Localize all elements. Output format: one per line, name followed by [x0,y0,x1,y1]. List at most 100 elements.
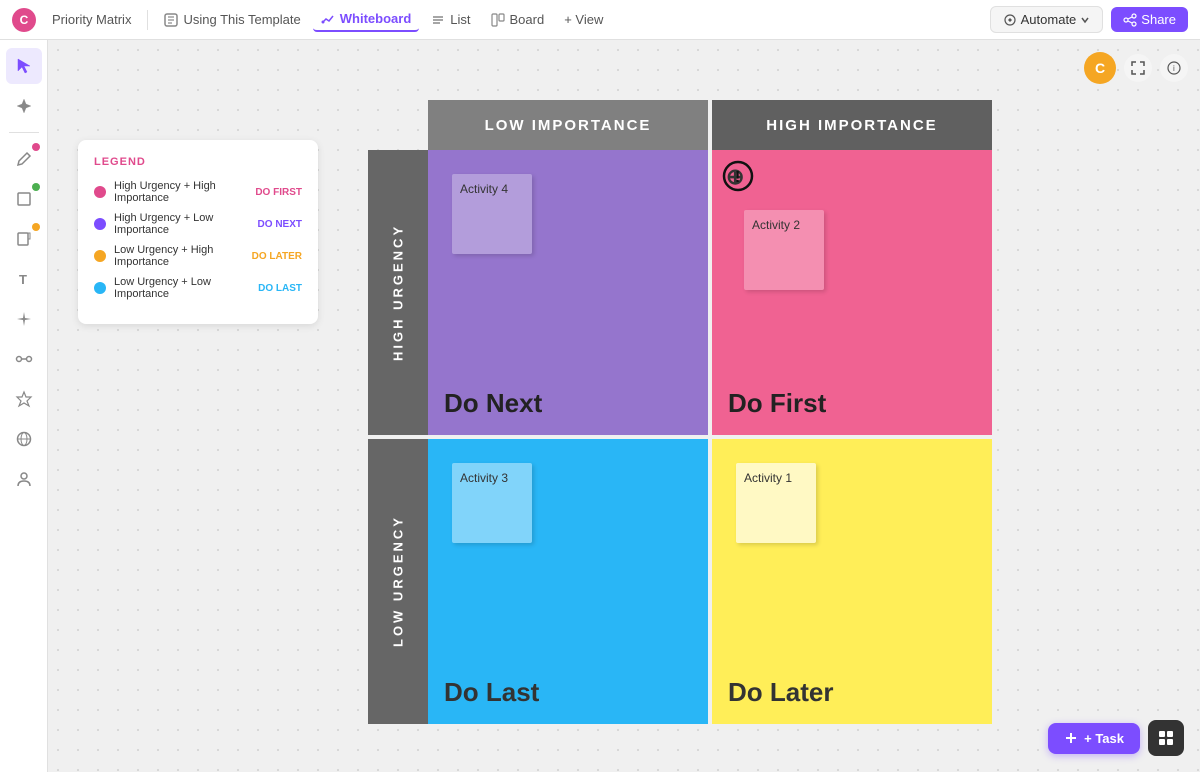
legend-item-0: High Urgency + High Importance DO FIRST [94,180,302,204]
legend-label-2: Low Urgency + High Importance [114,244,244,268]
quadrant-do-first[interactable]: ⊕ ! Activity 2 Do First [712,150,992,435]
sparkle-icon [15,310,33,328]
nav-right: Automate Share [990,6,1188,33]
matrix-body: HIGH URGENCY LOW URGENCY Activity 4 Do N… [368,150,992,724]
quadrant-do-next[interactable]: Activity 4 Do Next [428,150,708,435]
svg-text:i: i [1173,64,1175,73]
rect-color-dot [32,183,40,191]
col-header-low: LOW IMPORTANCE [428,100,708,150]
tab-board-label: Board [510,12,545,27]
legend-title: LEGEND [94,156,302,168]
nav-title-text: Priority Matrix [52,12,131,27]
list-icon [431,13,445,27]
column-headers: LOW IMPORTANCE HIGH IMPORTANCE [428,100,992,150]
col-header-high: HIGH IMPORTANCE [712,100,992,150]
board-icon [491,13,505,27]
legend-tag-3: DO LAST [258,283,302,294]
info-icon: i [1167,61,1181,75]
ai-tool[interactable] [6,88,42,124]
automate-button[interactable]: Automate [990,6,1104,33]
plus-icon [1064,731,1078,745]
sticky-activity3[interactable]: Activity 3 [452,463,532,543]
legend-item-2: Low Urgency + High Importance DO LATER [94,244,302,268]
rect-icon [15,190,33,208]
text-icon: T [15,270,33,288]
star-tool[interactable] [6,381,42,417]
row-label-high: HIGH URGENCY [368,150,428,435]
legend-item-1: High Urgency + Low Importance DO NEXT [94,212,302,236]
legend-dot-last [94,282,106,294]
tab-list[interactable]: List [423,8,478,31]
canvas-area[interactable]: C i LEGEND High Urgency + High Importanc… [48,40,1200,772]
app-logo: C [12,8,36,32]
whiteboard-icon [321,12,335,26]
sticky-activity2[interactable]: Activity 2 [744,210,824,290]
person-tool[interactable] [6,461,42,497]
chevron-down-icon [1080,15,1090,25]
tab-whiteboard[interactable]: Whiteboard [313,7,420,32]
row-label-low: LOW URGENCY [368,439,428,724]
top-nav: C Priority Matrix Using This Template Wh… [0,0,1200,40]
legend-item-3: Low Urgency + Low Importance DO LAST [94,276,302,300]
toolbar-divider [9,132,39,133]
add-task-button[interactable]: + Task [1048,723,1140,754]
star-icon [15,390,33,408]
tab-whiteboard-label: Whiteboard [340,11,412,26]
person-icon [15,470,33,488]
quadrant-do-later-label: Do Later [728,677,976,708]
info-button[interactable]: i [1160,54,1188,82]
pen-color-dot [32,143,40,151]
exclamation-circle-icon: ! [722,160,754,192]
sticky-activity1[interactable]: Activity 1 [736,463,816,543]
row-labels: HIGH URGENCY LOW URGENCY [368,150,428,724]
quadrant-do-later[interactable]: Activity 1 Do Later [712,439,992,724]
legend-label-0: High Urgency + High Importance [114,180,247,204]
legend-tag-0: DO FIRST [255,187,302,198]
tab-using-template-label: Using This Template [183,12,300,27]
user-avatar: C [1084,52,1116,84]
tab-view[interactable]: + View [556,8,611,31]
expand-icon [1131,61,1145,75]
grid-icon [1158,730,1174,746]
note-color-dot [32,223,40,231]
nav-title[interactable]: Priority Matrix [44,8,139,31]
rect-tool[interactable] [6,181,42,217]
note-tool[interactable] [6,221,42,257]
legend: LEGEND High Urgency + High Importance DO… [78,140,318,324]
share-icon [1123,13,1137,27]
note-icon [15,230,33,248]
cursor-tool[interactable] [6,48,42,84]
main-layout: T C i [0,40,1200,772]
pen-tool[interactable] [6,141,42,177]
legend-dot-first [94,186,106,198]
tab-board[interactable]: Board [483,8,553,31]
svg-text:T: T [19,272,27,287]
share-button[interactable]: Share [1111,7,1188,32]
tab-using-template[interactable]: Using This Template [156,8,308,31]
sparkle-tool[interactable] [6,301,42,337]
legend-label-1: High Urgency + Low Importance [114,212,250,236]
sticky-activity4[interactable]: Activity 4 [452,174,532,254]
text-tool[interactable]: T [6,261,42,297]
priority-matrix: LOW IMPORTANCE HIGH IMPORTANCE HIGH URGE… [368,100,992,724]
expand-button[interactable] [1124,54,1152,82]
globe-tool[interactable] [6,421,42,457]
legend-tag-1: DO NEXT [258,219,302,230]
quadrant-do-last[interactable]: Activity 3 Do Last [428,439,708,724]
connect-icon [15,350,33,368]
canvas-controls: C i [1084,52,1188,84]
grid-view-button[interactable] [1148,720,1184,756]
quadrant-do-last-label: Do Last [444,677,692,708]
legend-label-3: Low Urgency + Low Importance [114,276,250,300]
svg-text:!: ! [735,169,740,186]
globe-icon [15,430,33,448]
automate-icon [1003,13,1017,27]
matrix-grid: Activity 4 Do Next ⊕ ! Activity 2 [428,150,992,724]
connect-tool[interactable] [6,341,42,377]
legend-dot-later [94,250,106,262]
quadrant-do-next-label: Do Next [444,388,692,419]
pen-icon [15,150,33,168]
nav-divider-1 [147,10,148,30]
cursor-icon [15,57,33,75]
template-icon [164,13,178,27]
